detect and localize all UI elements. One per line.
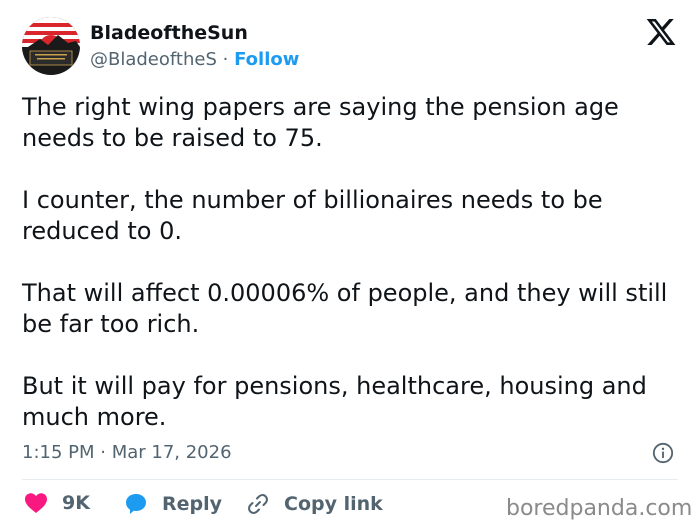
divider <box>22 479 678 480</box>
link-icon <box>248 494 268 514</box>
x-logo-icon[interactable] <box>645 16 677 48</box>
copy-link-label: Copy link <box>284 493 383 515</box>
avatar-image <box>22 17 80 75</box>
reply-label: Reply <box>162 493 223 515</box>
author-name[interactable]: BladeoftheSun <box>90 22 248 44</box>
follow-button[interactable]: Follow <box>234 49 299 70</box>
tweet-timestamp[interactable]: 1:15 PM · Mar 17, 2026 <box>22 442 232 463</box>
avatar[interactable] <box>22 17 80 75</box>
speech-bubble-icon <box>126 494 146 514</box>
handle-separator: · <box>222 49 229 70</box>
tweet-paragraph: I counter, the number of billionaires ne… <box>22 186 603 245</box>
author-handle[interactable]: @BladeoftheS <box>90 49 217 70</box>
tweet-paragraph: But it will pay for pensions, healthcare… <box>22 372 647 431</box>
tweet-paragraph: That will affect 0.00006% of people, and… <box>22 279 668 338</box>
info-icon[interactable] <box>652 442 674 464</box>
copy-link-button[interactable]: Copy link <box>246 492 383 516</box>
reply-button[interactable]: Reply <box>124 492 222 516</box>
like-count: 9K <box>62 492 90 514</box>
tweet-text: The right wing papers are saying the pen… <box>22 92 682 433</box>
heart-icon <box>25 493 47 513</box>
author-handle-row: @BladeoftheS · Follow <box>90 49 299 70</box>
like-button[interactable]: 9K <box>24 492 90 514</box>
watermark: boredpanda.com <box>506 496 693 521</box>
tweet-paragraph: The right wing papers are saying the pen… <box>22 93 619 152</box>
